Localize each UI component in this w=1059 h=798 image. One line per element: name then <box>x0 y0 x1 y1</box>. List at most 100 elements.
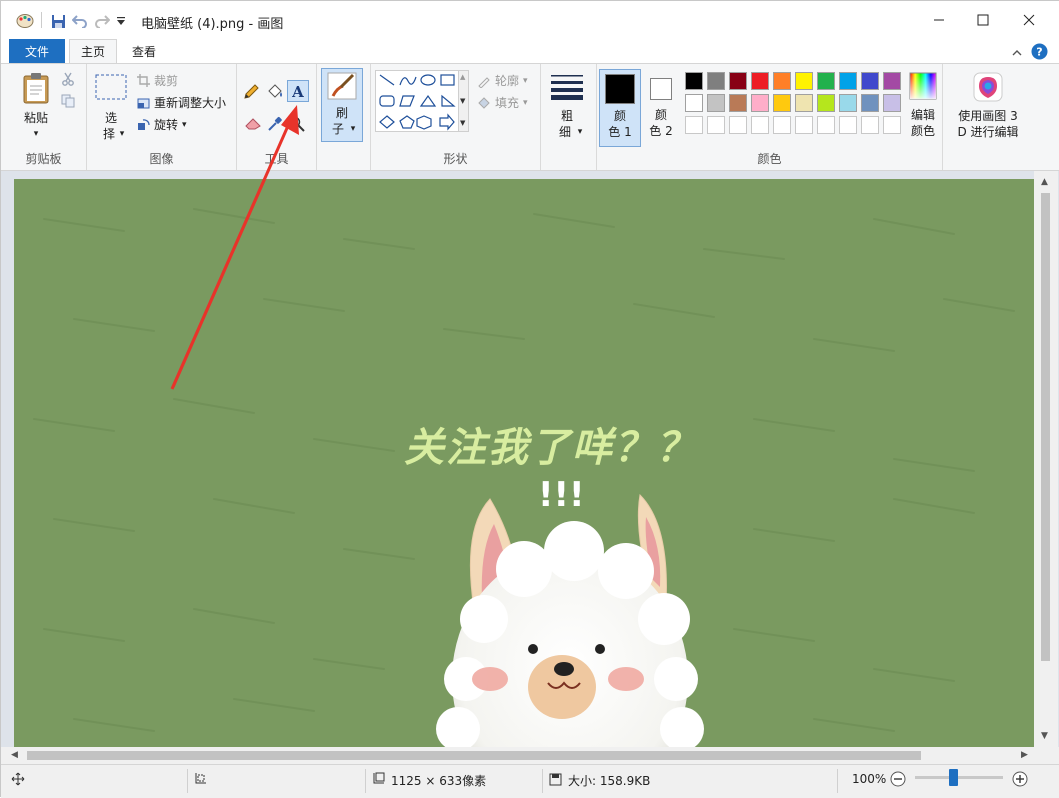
color1-swatch <box>605 74 635 104</box>
shapes-more-icon[interactable]: ▼ <box>460 119 465 127</box>
edit-colors-label-b: 颜色 <box>910 124 935 138</box>
palette-swatch[interactable] <box>685 94 703 112</box>
palette-swatch[interactable] <box>795 94 813 112</box>
crop-button[interactable]: 裁剪 <box>137 72 178 89</box>
help-icon[interactable]: ? <box>1031 43 1048 63</box>
save-icon[interactable] <box>49 12 67 30</box>
palette-swatch[interactable] <box>883 72 901 90</box>
group-label-shapes: 形状 <box>443 152 468 166</box>
palette-swatch[interactable] <box>729 94 747 112</box>
palette-swatch[interactable] <box>751 72 769 90</box>
cut-icon[interactable] <box>61 72 75 86</box>
zoom-slider-track[interactable] <box>915 776 1003 779</box>
color1-label-b: 色 1 <box>608 125 632 139</box>
palette-swatch[interactable] <box>729 72 747 90</box>
scroll-up-icon[interactable]: ▲ <box>1041 177 1048 187</box>
rotate-button[interactable]: 旋转 ▾ <box>137 116 187 133</box>
outline-button[interactable]: 轮廓 ▾ <box>477 72 528 89</box>
image-dimensions: 1125 × 633像素 <box>371 772 486 789</box>
shapes-scroll-up-icon[interactable]: ▲ <box>460 73 465 81</box>
palette-swatch[interactable] <box>861 94 879 112</box>
fill-bucket-icon[interactable] <box>266 84 284 100</box>
zoom-out-button[interactable] <box>890 771 906 787</box>
palette-swatch[interactable] <box>839 72 857 90</box>
zoom-slider-thumb[interactable] <box>948 769 958 786</box>
drawing-canvas[interactable]: 关注我了咩？？ !!! <box>14 179 1035 747</box>
tab-home[interactable]: 主页 <box>69 39 117 63</box>
palette-custom-slot[interactable] <box>707 116 725 134</box>
palette-custom-slot[interactable] <box>729 116 747 134</box>
line-width-icon <box>551 74 583 100</box>
shapes-gallery[interactable] <box>375 70 459 132</box>
group-paint3d[interactable]: 使用画图 3 D 进行编辑 <box>943 64 1033 170</box>
palette-custom-slot[interactable] <box>839 116 857 134</box>
palette-custom-slot[interactable] <box>817 116 835 134</box>
undo-icon[interactable] <box>71 12 89 30</box>
scroll-down-icon[interactable]: ▼ <box>1041 731 1048 741</box>
palette-swatch[interactable] <box>707 94 725 112</box>
group-size[interactable]: 粗 细 ▾ <box>541 64 597 170</box>
resize-button[interactable]: 重新调整大小 <box>137 94 226 111</box>
color2-label-b: 色 2 <box>649 124 673 138</box>
cursor-position-icon <box>11 772 25 786</box>
palette-swatch[interactable] <box>883 94 901 112</box>
vertical-scroll-thumb[interactable] <box>1041 193 1050 661</box>
collapse-ribbon-icon[interactable] <box>1011 46 1023 60</box>
fill-button[interactable]: 填充 ▾ <box>477 94 528 111</box>
tab-file[interactable]: 文件 <box>9 39 65 63</box>
pencil-icon[interactable] <box>243 84 259 100</box>
clipboard-icon <box>21 72 51 104</box>
customize-qa-icon[interactable] <box>115 12 127 30</box>
text-tool-icon[interactable]: A <box>287 80 309 102</box>
eraser-icon[interactable] <box>245 116 262 130</box>
color-picker-icon[interactable] <box>267 116 283 132</box>
shapes-scroll[interactable]: ▲ ▼ ▼ <box>459 70 469 132</box>
color2-button[interactable]: 颜 色 2 <box>643 69 679 147</box>
paint-app-icon[interactable] <box>15 12 35 30</box>
rotate-label: 旋转 <box>154 118 179 132</box>
paint-window: 电脑壁纸 (4).png - 画图 文件 主页 查看 ? 粘贴 ▾ 剪贴板 选 … <box>0 0 1059 798</box>
paste-button[interactable]: 粘贴 ▾ <box>17 70 55 140</box>
palette-custom-slot[interactable] <box>685 116 703 134</box>
palette-swatch[interactable] <box>751 94 769 112</box>
palette-custom-slot[interactable] <box>861 116 879 134</box>
palette-swatch[interactable] <box>773 72 791 90</box>
palette-custom-slot[interactable] <box>773 116 791 134</box>
redo-icon[interactable] <box>93 12 111 30</box>
select-button[interactable]: 选 择 ▾ <box>93 72 131 142</box>
palette-swatch[interactable] <box>795 72 813 90</box>
vertical-scrollbar[interactable]: ▲ ▼ <box>1034 171 1058 747</box>
shapes-scroll-down-icon[interactable]: ▼ <box>460 97 465 105</box>
maximize-button[interactable] <box>960 5 1006 35</box>
brushes-button[interactable]: 刷 子 ▾ <box>321 68 363 142</box>
crop-label: 裁剪 <box>154 74 179 88</box>
palette-swatch[interactable] <box>861 72 879 90</box>
edit-colors-button[interactable]: 编辑 颜色 <box>905 69 941 147</box>
palette-swatch[interactable] <box>707 72 725 90</box>
palette-swatch[interactable] <box>773 94 791 112</box>
scroll-right-icon[interactable]: ▶ <box>1021 750 1028 760</box>
copy-icon[interactable] <box>61 94 75 108</box>
horizontal-scroll-thumb[interactable] <box>27 751 921 760</box>
group-label-image: 图像 <box>149 152 174 166</box>
palette-custom-slot[interactable] <box>883 116 901 134</box>
group-label-colors: 颜色 <box>757 152 782 166</box>
scroll-left-icon[interactable]: ◀ <box>11 750 18 760</box>
palette-custom-slot[interactable] <box>795 116 813 134</box>
palette-swatch[interactable] <box>817 94 835 112</box>
resize-label: 重新调整大小 <box>154 96 227 110</box>
close-button[interactable] <box>1006 5 1052 35</box>
minimize-button[interactable] <box>916 5 962 35</box>
color1-button[interactable]: 颜 色 1 <box>599 69 641 147</box>
group-tools: A 工具 <box>237 64 317 170</box>
palette-swatch[interactable] <box>839 94 857 112</box>
palette-custom-slot[interactable] <box>751 116 769 134</box>
tab-view[interactable]: 查看 <box>121 39 167 63</box>
magnifier-icon[interactable] <box>289 116 305 132</box>
zoom-in-button[interactable] <box>1012 771 1028 787</box>
brushes-label-1: 刷 <box>335 106 348 120</box>
palette-swatch[interactable] <box>685 72 703 90</box>
resize-icon <box>137 96 150 109</box>
horizontal-scrollbar[interactable]: ◀ ▶ <box>1 747 1036 764</box>
palette-swatch[interactable] <box>817 72 835 90</box>
